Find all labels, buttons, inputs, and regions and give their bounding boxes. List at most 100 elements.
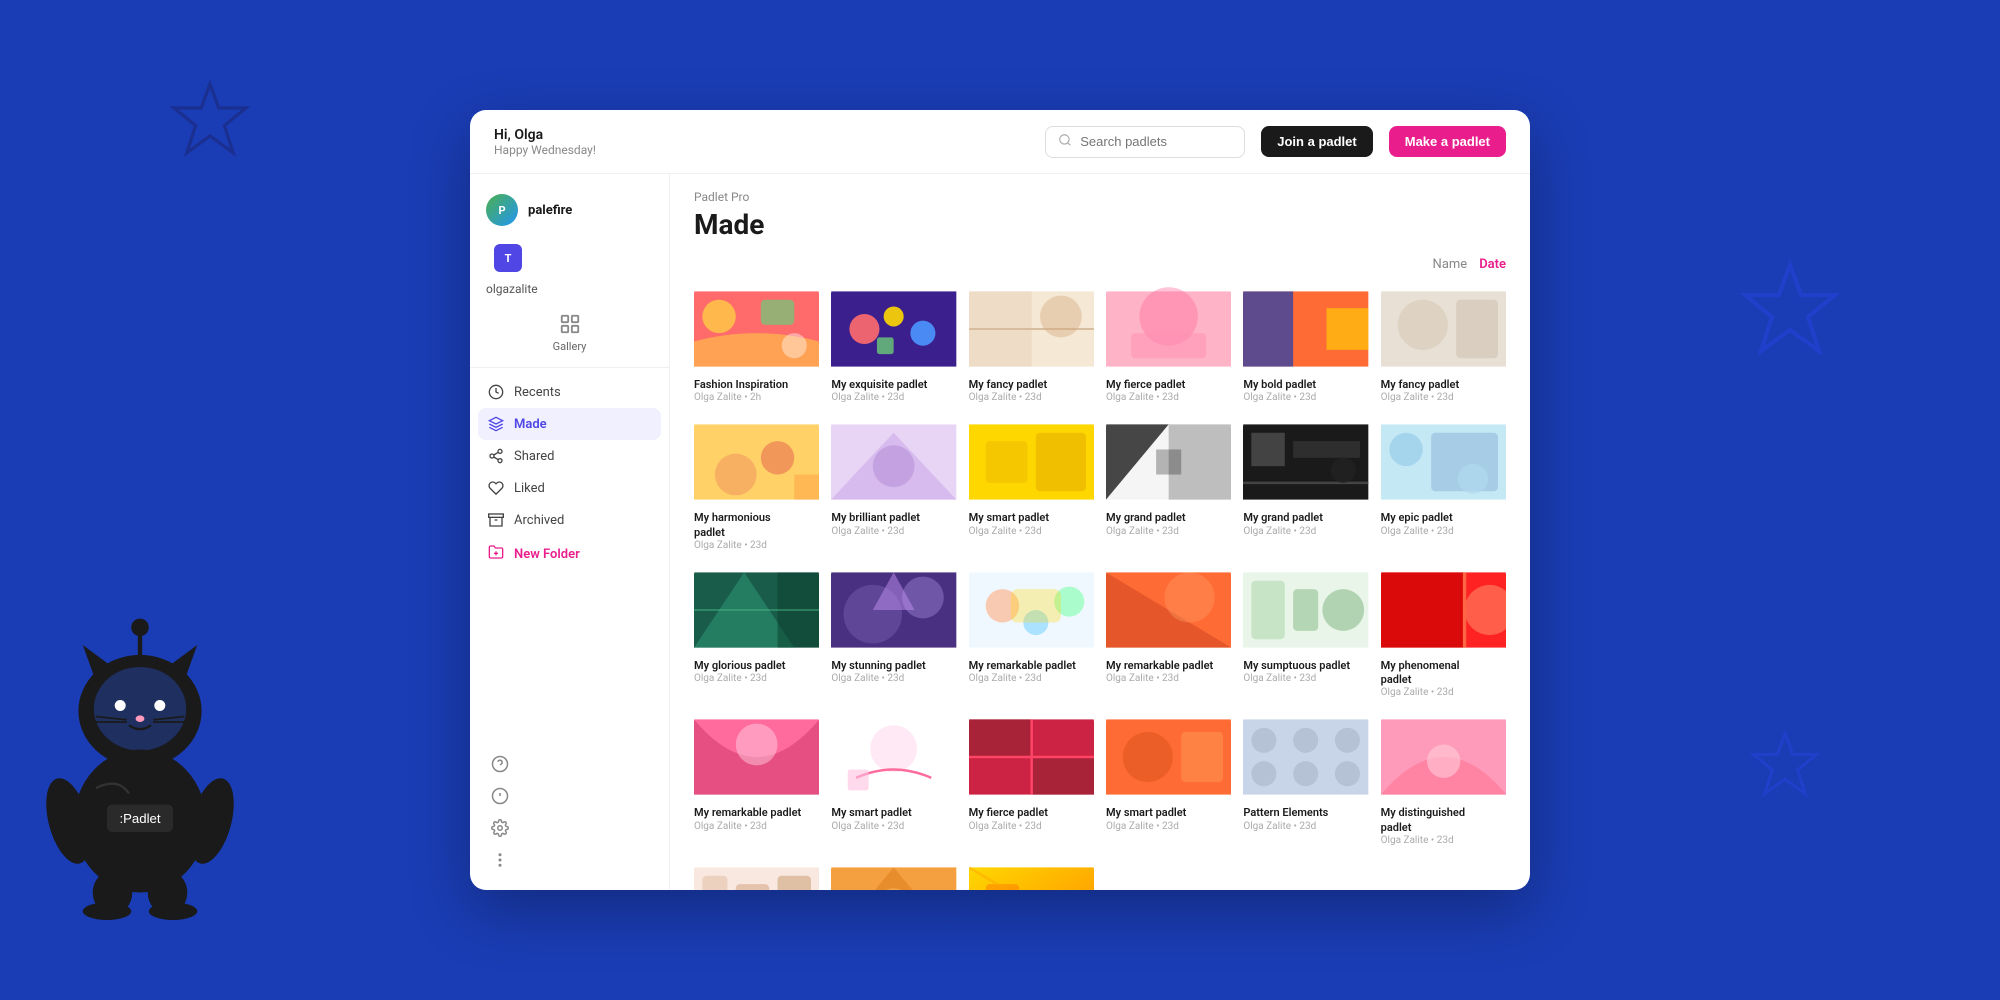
padlet-card[interactable]: My remarkable padlet Olga Zalite • 23d bbox=[694, 712, 819, 848]
card-thumbnail bbox=[1243, 565, 1368, 655]
more-icon[interactable] bbox=[486, 846, 514, 874]
card-title: Pattern Elements bbox=[1243, 806, 1352, 820]
padlet-card[interactable]: My sumptuous padlet Olga Zalite • 23d bbox=[969, 860, 1094, 890]
recents-icon bbox=[488, 384, 504, 400]
menu-dot bbox=[1085, 660, 1088, 663]
menu-dot bbox=[1085, 665, 1088, 668]
padlet-card[interactable]: My sumptuous padlet Olga Zalite • 23d bbox=[1243, 565, 1368, 701]
search-icon bbox=[1058, 133, 1072, 151]
padlet-card[interactable]: My smart padlet Olga Zalite • 23d bbox=[1106, 712, 1231, 848]
padlet-card[interactable]: My bold padlet Olga Zalite • 23d bbox=[1243, 284, 1368, 405]
padlet-card[interactable]: My distinguished padlet Olga Zalite • 23… bbox=[1381, 712, 1506, 848]
settings-icon[interactable] bbox=[486, 814, 514, 842]
sidebar-gallery-item[interactable]: Gallery bbox=[470, 304, 669, 359]
card-info: My fierce padlet Olga Zalite • 23d bbox=[1106, 378, 1215, 403]
shared-icon bbox=[488, 448, 504, 464]
card-title: My fierce padlet bbox=[969, 806, 1078, 820]
padlet-card[interactable]: My smart padlet Olga Zalite • 23d bbox=[831, 712, 956, 848]
make-padlet-button[interactable]: Make a padlet bbox=[1389, 126, 1506, 157]
padlet-card[interactable]: My remarkable padlet Olga Zalite • 23d bbox=[969, 565, 1094, 701]
card-meta: My grand padlet Olga Zalite • 23d bbox=[1243, 507, 1368, 538]
card-meta: My harmonious padlet Olga Zalite • 23d bbox=[694, 507, 819, 553]
card-info: My stunning padlet Olga Zalite • 23d bbox=[831, 659, 940, 684]
menu-dot bbox=[1497, 513, 1500, 516]
menu-dot bbox=[810, 665, 813, 668]
card-thumbnail bbox=[694, 860, 819, 890]
card-thumbnail bbox=[1243, 712, 1368, 802]
padlet-card[interactable]: My smart padlet Olga Zalite • 23d bbox=[694, 860, 819, 890]
help-icon[interactable] bbox=[486, 750, 514, 778]
card-meta: My smart padlet Olga Zalite • 23d bbox=[1106, 802, 1231, 833]
card-thumbnail bbox=[969, 712, 1094, 802]
card-meta: My fancy padlet Olga Zalite • 23d bbox=[1381, 374, 1506, 405]
card-title: My distinguished padlet bbox=[1381, 806, 1490, 835]
menu-dot bbox=[947, 813, 950, 816]
tasklist-icon: T bbox=[494, 244, 522, 272]
padlet-card[interactable]: My smart padlet Olga Zalite • 23d bbox=[969, 417, 1094, 553]
card-info: My glorious padlet Olga Zalite • 23d bbox=[694, 659, 803, 684]
menu-dot bbox=[1085, 385, 1088, 388]
padlet-card[interactable]: My fancy padlet Olga Zalite • 23d bbox=[969, 284, 1094, 405]
card-info: My harmonious padlet Olga Zalite • 23d bbox=[694, 511, 803, 551]
sidebar-item-made-label: Made bbox=[514, 417, 547, 432]
sidebar-bottom bbox=[470, 750, 669, 874]
info-icon[interactable] bbox=[486, 782, 514, 810]
card-title: My remarkable padlet bbox=[969, 659, 1078, 673]
breadcrumb: Padlet Pro bbox=[694, 190, 1506, 204]
card-subtitle: Olga Zalite • 23d bbox=[969, 821, 1078, 832]
padlet-card[interactable]: My glorious padlet Olga Zalite • 23d bbox=[694, 565, 819, 701]
search-input[interactable] bbox=[1080, 134, 1232, 149]
card-thumbnail bbox=[1106, 565, 1231, 655]
padlet-card[interactable]: My fierce padlet Olga Zalite • 23d bbox=[969, 712, 1094, 848]
sort-by-date[interactable]: Date bbox=[1479, 257, 1506, 272]
padlet-card[interactable]: My grand padlet Olga Zalite • 23d bbox=[1243, 417, 1368, 553]
sidebar-item-archived[interactable]: Archived bbox=[478, 504, 661, 536]
card-thumbnail bbox=[1381, 417, 1506, 507]
padlet-card[interactable]: My brilliant padlet Olga Zalite • 23d bbox=[831, 417, 956, 553]
sidebar-item-recents[interactable]: Recents bbox=[478, 376, 661, 408]
sidebar-item-new-folder[interactable]: New Folder bbox=[478, 536, 661, 572]
padlet-card[interactable]: My grand padlet Olga Zalite • 23d bbox=[831, 860, 956, 890]
menu-dot bbox=[1222, 818, 1225, 821]
card-meta: My phenomenal padlet Olga Zalite • 23d bbox=[1381, 655, 1506, 701]
menu-dot bbox=[810, 523, 813, 526]
padlet-card[interactable]: My phenomenal padlet Olga Zalite • 23d bbox=[1381, 565, 1506, 701]
menu-dot bbox=[1222, 518, 1225, 521]
card-meta: My fierce padlet Olga Zalite • 23d bbox=[969, 802, 1094, 833]
search-box[interactable] bbox=[1045, 126, 1245, 158]
menu-dot bbox=[1085, 523, 1088, 526]
padlet-card[interactable]: My fancy padlet Olga Zalite • 23d bbox=[1381, 284, 1506, 405]
padlet-card[interactable]: My remarkable padlet Olga Zalite • 23d bbox=[1106, 565, 1231, 701]
padlet-card[interactable]: Pattern Elements Olga Zalite • 23d bbox=[1243, 712, 1368, 848]
padlet-card[interactable]: My fierce padlet Olga Zalite • 23d bbox=[1106, 284, 1231, 405]
padlet-card[interactable]: My epic padlet Olga Zalite • 23d bbox=[1381, 417, 1506, 553]
card-meta: My brilliant padlet Olga Zalite • 23d bbox=[831, 507, 956, 538]
menu-dot bbox=[1085, 808, 1088, 811]
sidebar-item-liked[interactable]: Liked bbox=[478, 472, 661, 504]
join-padlet-button[interactable]: Join a padlet bbox=[1261, 126, 1372, 157]
menu-dot bbox=[1359, 380, 1362, 383]
padlet-card[interactable]: Fashion Inspiration Olga Zalite • 2h bbox=[694, 284, 819, 405]
padlet-card[interactable]: My grand padlet Olga Zalite • 23d bbox=[1106, 417, 1231, 553]
menu-dot bbox=[1359, 660, 1362, 663]
greeting-day: Happy Wednesday! bbox=[494, 143, 1029, 157]
padlets-grid: Fashion Inspiration Olga Zalite • 2h My … bbox=[694, 284, 1506, 890]
card-subtitle: Olga Zalite • 23d bbox=[831, 392, 940, 403]
card-subtitle: Olga Zalite • 23d bbox=[1243, 526, 1352, 537]
menu-dot bbox=[1497, 380, 1500, 383]
card-meta: My fancy padlet Olga Zalite • 23d bbox=[969, 374, 1094, 405]
padlet-card[interactable]: My harmonious padlet Olga Zalite • 23d bbox=[694, 417, 819, 553]
card-info: My remarkable padlet Olga Zalite • 23d bbox=[1106, 659, 1215, 684]
archived-icon bbox=[488, 512, 504, 528]
card-meta: My fierce padlet Olga Zalite • 23d bbox=[1106, 374, 1231, 405]
padlet-card[interactable]: My stunning padlet Olga Zalite • 23d bbox=[831, 565, 956, 701]
card-meta: My stunning padlet Olga Zalite • 23d bbox=[831, 655, 956, 686]
padlet-card[interactable]: My exquisite padlet Olga Zalite • 23d bbox=[831, 284, 956, 405]
sort-by-name[interactable]: Name bbox=[1433, 257, 1468, 272]
card-info: My bold padlet Olga Zalite • 23d bbox=[1243, 378, 1352, 403]
sidebar-item-made[interactable]: Made bbox=[478, 408, 661, 440]
menu-dot bbox=[810, 813, 813, 816]
sidebar-item-shared[interactable]: Shared bbox=[478, 440, 661, 472]
sidebar-tasklist[interactable]: T bbox=[478, 238, 661, 278]
menu-dot bbox=[1359, 818, 1362, 821]
